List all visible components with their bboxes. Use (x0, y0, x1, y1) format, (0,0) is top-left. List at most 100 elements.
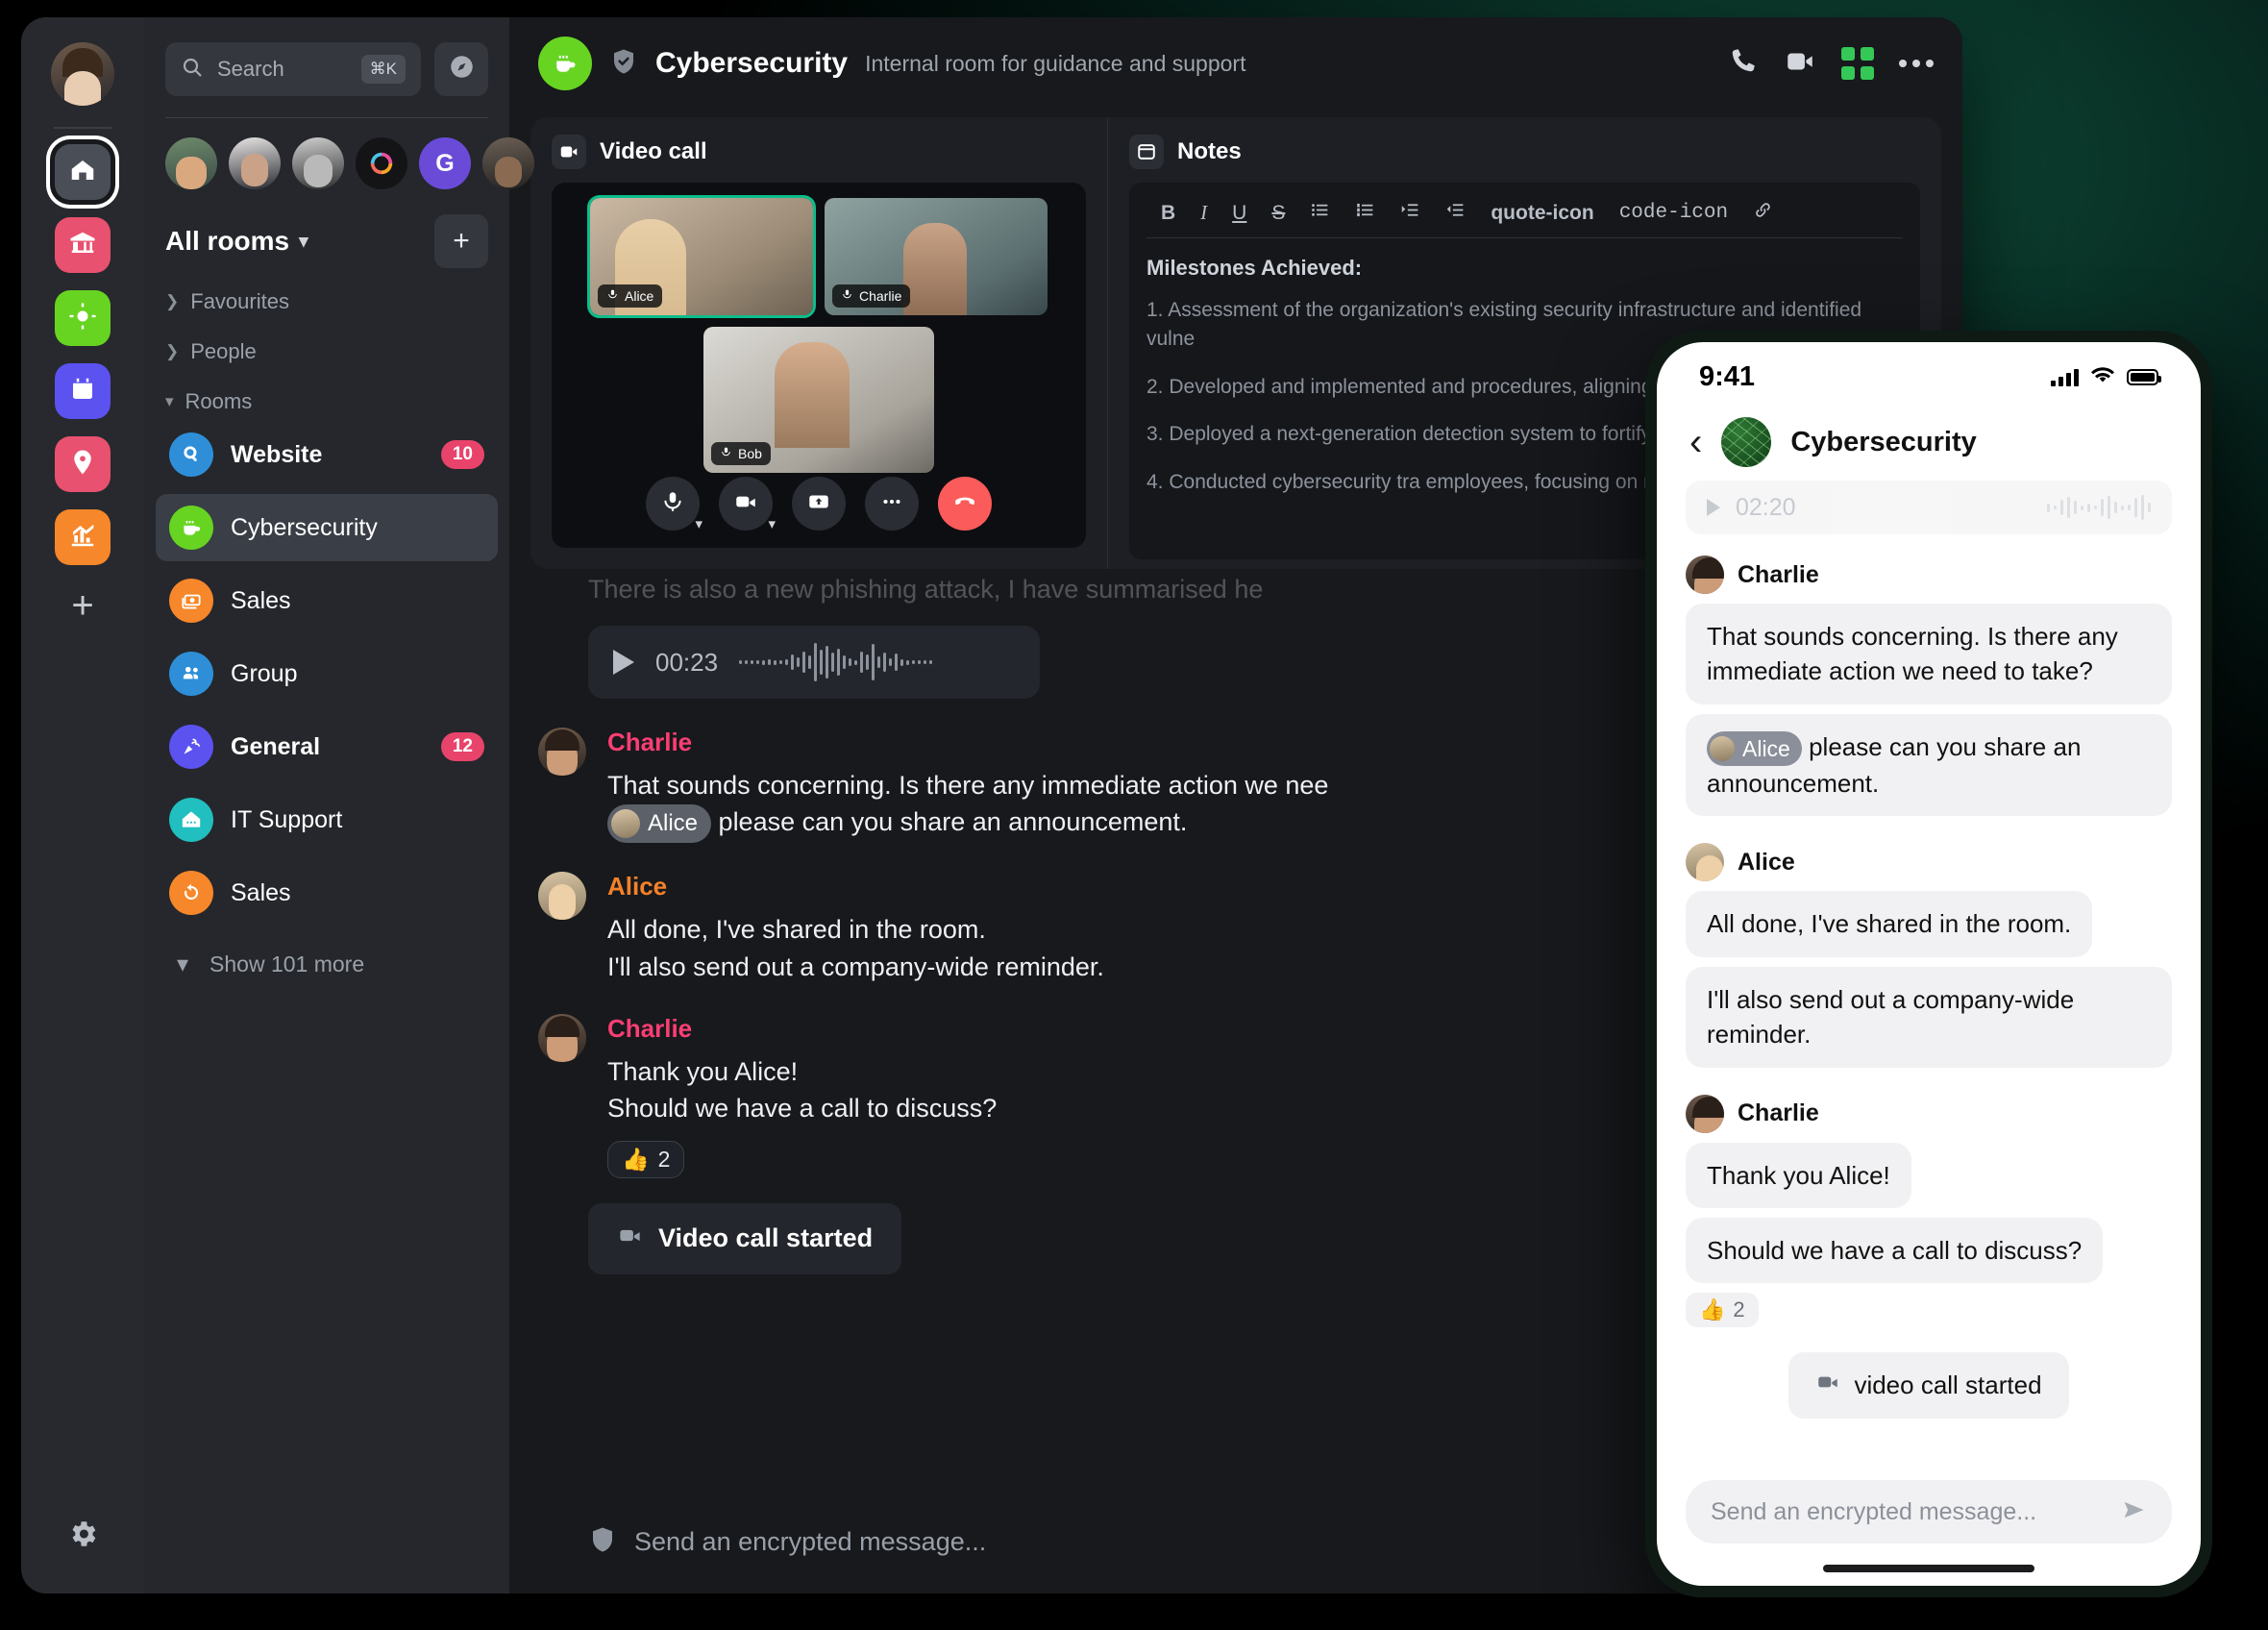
avatar[interactable] (538, 1013, 586, 1062)
avatar[interactable] (51, 42, 114, 106)
mention-trailing-text: please can you share an announcement. (718, 807, 1188, 837)
video-camera-icon (552, 135, 586, 169)
thumbs-up-icon: 👍 (622, 1146, 650, 1172)
search-badge-icon (169, 432, 213, 477)
waveform[interactable] (739, 641, 933, 683)
facepile-avatar[interactable] (165, 137, 217, 189)
unread-badge: 10 (440, 440, 484, 469)
room-item-cybersecurity[interactable]: Cybersecurity (156, 494, 498, 561)
mobile-voice-player[interactable]: 02:20 (1686, 481, 2172, 534)
code-icon[interactable]: code-icon (1607, 202, 1740, 224)
rail-item-home[interactable] (55, 144, 111, 200)
room-item-group[interactable]: Group (156, 640, 498, 707)
participant-nametag: Bob (711, 442, 771, 465)
show-more-button[interactable]: ▾ Show 101 more (144, 929, 509, 1000)
voice-message-player[interactable]: 00:23 (588, 626, 1040, 699)
facepile-avatar[interactable] (482, 137, 534, 189)
thumbs-up-icon: 👍 (1699, 1297, 1726, 1322)
mobile-composer[interactable]: Send an encrypted message... (1686, 1480, 2172, 1544)
reaction-chip[interactable]: 👍 2 (1686, 1293, 1759, 1328)
more-call-options-button[interactable] (865, 477, 919, 531)
strikethrough-button[interactable]: S (1259, 202, 1297, 225)
explore-button[interactable] (434, 42, 488, 96)
play-icon[interactable] (1707, 499, 1720, 516)
bulleted-list-icon[interactable] (1297, 200, 1343, 226)
mobile-call-started-event[interactable]: video call started (1686, 1352, 2172, 1420)
room-name: Sales (231, 586, 291, 614)
waveform (2047, 495, 2151, 520)
avatar[interactable] (1686, 1094, 1724, 1133)
rail-item-events[interactable] (55, 363, 111, 419)
mention-pill[interactable]: Alice (1707, 730, 1802, 766)
hangup-button[interactable] (938, 477, 992, 531)
link-icon[interactable] (1740, 200, 1786, 226)
message-bubble: Should we have a call to discuss? (1686, 1217, 2104, 1284)
quote-icon[interactable]: quote-icon (1478, 202, 1606, 225)
element-logo-icon[interactable] (356, 137, 407, 189)
section-people[interactable]: ❯ People (144, 318, 509, 368)
room-item-general[interactable]: General 12 (156, 713, 498, 780)
avatar[interactable] (538, 872, 586, 921)
italic-button[interactable]: I (1188, 201, 1220, 225)
all-rooms-filter[interactable]: All rooms ▾ (165, 226, 308, 257)
search-input[interactable]: Search ⌘K (165, 42, 421, 96)
camera-button[interactable]: ▾ (719, 477, 776, 532)
mention-pill[interactable]: Alice (607, 804, 712, 844)
search-icon (181, 56, 204, 84)
video-tile-charlie[interactable]: Charlie (825, 198, 1048, 315)
voice-call-icon[interactable] (1726, 45, 1759, 83)
room-item-sales-2[interactable]: Sales (156, 859, 498, 926)
chevron-right-icon: ❯ (165, 342, 180, 360)
mention-name: Alice (1742, 735, 1790, 761)
room-item-website[interactable]: Website 10 (156, 421, 498, 488)
bold-button[interactable]: B (1148, 202, 1188, 225)
settings-button[interactable] (66, 1518, 99, 1555)
sun-icon (68, 302, 97, 335)
facepile-avatar[interactable] (292, 137, 344, 189)
reaction-chip[interactable]: 👍 2 (607, 1140, 685, 1178)
layout-grid-icon[interactable] (1841, 47, 1874, 80)
people-icon (169, 652, 213, 696)
notes-toolbar: B I U S quote-icon code-icon (1146, 196, 1903, 238)
add-room-button[interactable]: + (434, 214, 488, 268)
rail-item-personal[interactable] (55, 290, 111, 346)
room-name: IT Support (231, 805, 343, 833)
facepile-avatar[interactable] (229, 137, 281, 189)
audio-duration: 00:23 (655, 647, 719, 677)
wifi-icon (2090, 365, 2115, 389)
back-chevron-icon[interactable]: ‹ (1689, 423, 1702, 461)
call-started-event[interactable]: Video call started (588, 1202, 902, 1274)
rail-item-places[interactable] (55, 436, 111, 492)
more-options-icon[interactable] (1899, 60, 1934, 67)
avatar[interactable] (538, 728, 586, 776)
video-call-icon[interactable] (1784, 45, 1816, 83)
send-icon[interactable] (2120, 1496, 2147, 1528)
chevron-down-icon: ▾ (695, 516, 703, 532)
avatar[interactable] (1686, 843, 1724, 882)
room-item-it-support[interactable]: IT Support (156, 786, 498, 853)
video-tile-bob[interactable]: Bob (703, 327, 934, 473)
rail-item-analytics[interactable] (55, 509, 111, 565)
add-space-button[interactable]: + (71, 586, 93, 625)
room-item-sales[interactable]: Sales (156, 567, 498, 634)
video-tile-alice[interactable]: Alice (587, 195, 816, 318)
play-icon[interactable] (613, 650, 634, 675)
participant-name: Charlie (859, 288, 902, 304)
indent-icon[interactable] (1388, 200, 1433, 226)
section-rooms[interactable]: ▾ Rooms (144, 368, 509, 418)
microphone-button[interactable]: ▾ (646, 477, 703, 532)
composer-placeholder: Send an encrypted message... (634, 1527, 987, 1556)
room-topic: Internal room for guidance and support (865, 50, 1246, 76)
section-favourites[interactable]: ❯ Favourites (144, 268, 509, 318)
outdent-icon[interactable] (1433, 200, 1478, 226)
avatar[interactable] (1686, 556, 1724, 594)
screenshare-button[interactable] (792, 477, 846, 531)
search-row: Search ⌘K (144, 17, 509, 96)
call-started-label: Video call started (658, 1223, 874, 1253)
numbered-list-icon[interactable] (1343, 200, 1388, 226)
facepile-initial[interactable]: G (419, 137, 471, 189)
rail-item-work[interactable] (55, 217, 111, 273)
room-name: Website (231, 440, 323, 468)
participant-name: Alice (625, 288, 654, 304)
underline-button[interactable]: U (1220, 202, 1259, 225)
